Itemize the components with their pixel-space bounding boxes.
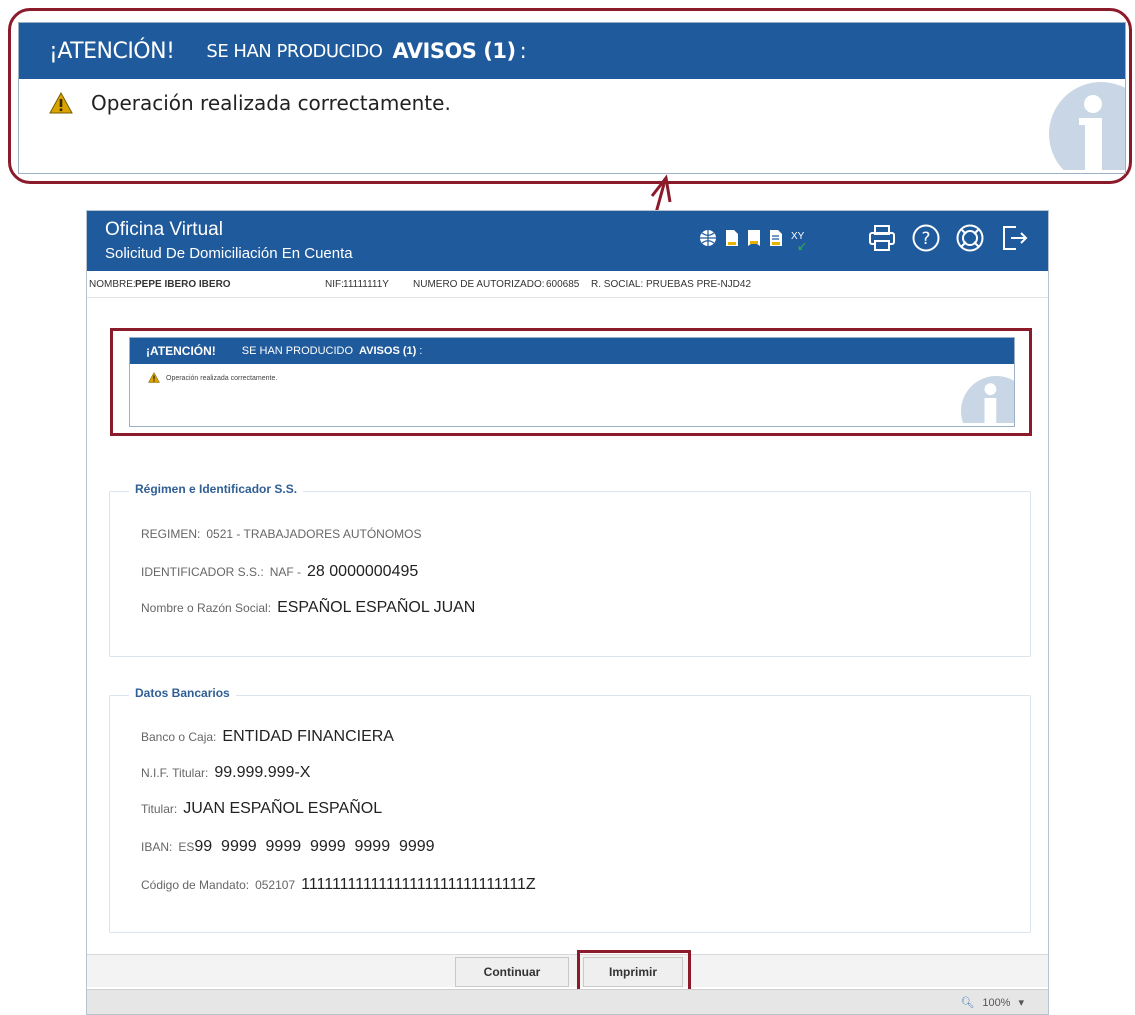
ss-identifier-prefix: NAF - [269,565,302,579]
bank-label: Banco o Caja: [141,730,217,744]
regimen-row: REGIMEN: 0521 - TRABAJADORES AUTÓNOMOS [141,527,422,541]
iban-row: IBAN: ES 99 9999 9999 9999 9999 9999 [141,838,435,856]
globe-icon[interactable] [699,229,717,252]
user-social-value: PRUEBAS PRE-NJD42 [646,279,752,290]
regimen-legend: Régimen e Identificador S.S. [129,482,304,496]
holder-nif-label: N.I.F. Titular: [141,766,209,780]
business-name-label: Nombre o Razón Social: [141,601,272,615]
warning-message-text-small: Operación realizada correctamente. [166,375,278,382]
help-icon[interactable]: ? [911,223,941,258]
coordinates-icon[interactable]: XY ↙ [791,231,807,253]
ss-identifier-label: IDENTIFICADOR S.S.: [141,565,264,579]
bookmark-icon[interactable] [747,229,761,252]
iban-prefix: ES [178,840,195,854]
app-title: Oficina Virtual [105,219,223,240]
info-icon [1049,78,1125,173]
ss-identifier-row: IDENTIFICADOR S.S.: NAF - 28 0000000495 [141,563,418,581]
highlight-frame-print [577,950,691,994]
zoom-level-value: 100% [982,996,1011,1009]
warning-triangle-icon-small [148,371,160,385]
attention-label-small: ¡ATENCIÓN! [146,344,216,358]
mandate-value: 11111111111111111111111111111Z [301,876,536,893]
business-name-row: Nombre o Razón Social: ESPAÑOL ESPAÑOL J… [141,599,475,617]
mandate-row: Código de Mandato: 052107 11111111111111… [141,876,536,894]
warning-message-row: Operación realizada correctamente. [49,91,451,115]
warning-panel: ¡ATENCIÓN! SE HAN PRODUCIDO AVISOS (1) :… [129,337,1015,427]
warning-message-row-small: Operación realizada correctamente. [148,371,278,385]
user-authorized-value: 600685 [546,279,580,290]
print-icon[interactable] [867,223,897,258]
produced-label-small: SE HAN PRODUCIDO [241,345,354,357]
holder-nif-value: 99.999.999-X [214,764,311,781]
warnings-count-label-small: AVISOS (1) [359,345,417,357]
holder-row: Titular: JUAN ESPAÑOL ESPAÑOL [141,800,382,818]
divider [87,297,1048,298]
page-subtitle: Solicitud De Domiciliación En Cuenta [105,245,353,262]
business-name-value: ESPAÑOL ESPAÑOL JUAN [277,599,476,616]
warnings-count-label: AVISOS (1) [392,39,516,63]
holder-nif-row: N.I.F. Titular: 99.999.999-X [141,764,310,782]
attention-label: ¡ATENCIÓN! [49,38,175,64]
user-nif-label: NIF: [325,279,344,290]
document-icon[interactable] [725,229,739,252]
warning-message-text: Operación realizada correctamente. [91,91,451,115]
regimen-label: REGIMEN: [141,527,201,541]
zoom-control[interactable]: 🔍︎ 100% ▾ [960,996,1024,1010]
toolbar-icons: ? [867,223,1029,258]
warning-panel-zoomed: ¡ATENCIÓN! SE HAN PRODUCIDO AVISOS (1) :… [18,22,1126,174]
user-name-label: NOMBRE: [89,279,136,290]
support-icon[interactable] [955,223,985,258]
zoom-icon: 🔍︎ [960,997,975,1009]
bank-row: Banco o Caja: ENTIDAD FINANCIERA [141,728,394,746]
warning-triangle-icon [49,92,73,114]
bank-value: ENTIDAD FINANCIERA [222,728,394,745]
produced-label: SE HAN PRODUCIDO [206,40,383,62]
bank-legend: Datos Bancarios [129,686,236,700]
info-icon-small [958,373,1014,426]
window-header: Oficina Virtual Solicitud De Domiciliaci… [87,211,1048,271]
continue-button[interactable]: Continuar [455,957,569,987]
status-bar: 🔍︎ 100% ▾ [87,989,1048,1014]
document-icons: XY ↙ [699,229,807,253]
holder-value: JUAN ESPAÑOL ESPAÑOL [183,800,383,817]
chevron-down-icon[interactable]: ▾ [1018,996,1024,1009]
document-list-icon[interactable] [769,229,783,252]
user-authorized-label: NUMERO DE AUTORIZADO: [413,279,545,290]
iban-label: IBAN: [141,840,173,854]
warnings-colon: : [519,39,527,63]
user-name-value: PEPE IBERO IBERO [135,279,231,290]
mandate-label: Código de Mandato: [141,878,250,892]
mandate-prefix: 052107 [255,878,296,892]
user-social-label: R. SOCIAL: [591,279,644,290]
regimen-value: 0521 - TRABAJADORES AUTÓNOMOS [206,527,422,541]
virtual-office-window: Oficina Virtual Solicitud De Domiciliaci… [86,210,1049,1015]
logout-icon[interactable] [999,223,1029,258]
warnings-colon-small: : [419,345,423,357]
warning-header: ¡ATENCIÓN! SE HAN PRODUCIDO AVISOS (1) : [19,23,1125,79]
warning-header-small: ¡ATENCIÓN! SE HAN PRODUCIDO AVISOS (1) : [130,338,1014,364]
user-nif-value: 11111111Y [343,279,389,290]
svg-text:?: ? [921,229,930,249]
iban-value: 99 9999 9999 9999 9999 9999 [194,838,435,855]
ss-identifier-value: 28 0000000495 [307,563,419,580]
holder-label: Titular: [141,802,178,816]
